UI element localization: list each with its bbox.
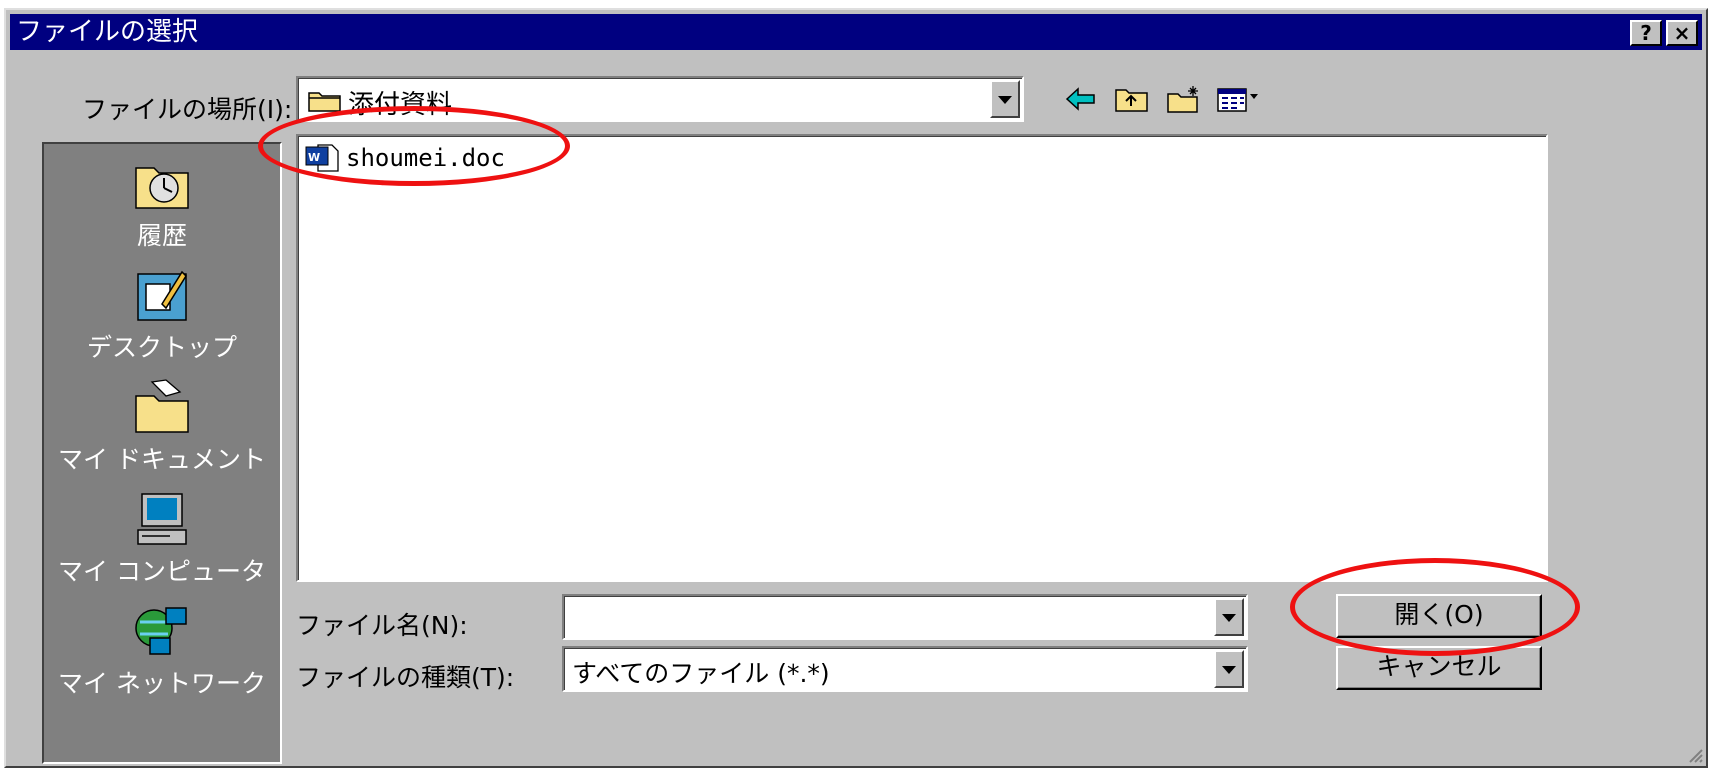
place-my-computer[interactable]: マイ コンピュータ [44, 490, 280, 588]
place-my-documents[interactable]: マイ ドキュメント [44, 378, 280, 476]
filetype-value: すべてのファイル (*.*) [572, 659, 830, 688]
place-label: マイ ドキュメント [58, 445, 266, 474]
back-arrow-icon[interactable] [1064, 84, 1098, 114]
close-button[interactable]: × [1666, 20, 1698, 46]
file-item[interactable]: W shoumei.doc [304, 142, 505, 174]
my-computer-icon [137, 493, 187, 545]
place-desktop[interactable]: デスクトップ [44, 266, 280, 364]
filename-label: ファイル名(N): [296, 611, 468, 640]
filename-input[interactable] [562, 594, 1248, 640]
word-document-icon: W [305, 144, 339, 172]
location-dropdown-arrow[interactable] [990, 80, 1020, 118]
place-label: 履歴 [136, 221, 187, 250]
svg-text:W: W [308, 151, 320, 164]
resize-grip-icon[interactable] [1686, 746, 1704, 764]
place-history[interactable]: 履歴 [44, 154, 280, 252]
filetype-dropdown-arrow[interactable] [1214, 650, 1244, 688]
cancel-button[interactable]: キャンセル [1336, 646, 1542, 690]
history-folder-icon [135, 167, 189, 209]
title-bar: ファイルの選択 ? × [10, 14, 1702, 50]
up-folder-icon[interactable] [1114, 84, 1150, 114]
place-label: マイ ネットワーク [58, 669, 266, 698]
file-name: shoumei.doc [346, 144, 505, 172]
view-menu-icon[interactable] [1216, 84, 1262, 114]
folder-icon [308, 92, 341, 112]
my-documents-icon [135, 379, 189, 433]
desktop-icon [137, 270, 187, 321]
open-button[interactable]: 開く(O) [1336, 594, 1542, 638]
place-network[interactable]: マイ ネットワーク [44, 602, 280, 700]
place-label: マイ コンピュータ [58, 557, 266, 586]
filename-dropdown-arrow[interactable] [1214, 598, 1244, 636]
dialog-title: ファイルの選択 [16, 17, 199, 47]
places-bar: 履歴 デスクトップ マイ ドキュメント マイ コンピュータ マイ ネットワーク [42, 142, 282, 764]
network-icon [135, 607, 187, 655]
filetype-label: ファイルの種類(T): [296, 663, 515, 692]
location-label: ファイルの場所(I): [82, 95, 293, 124]
file-dialog: ファイルの選択 ? × ファイルの場所(I): 添付資料 履歴 デスクトップ マ… [4, 8, 1708, 768]
filetype-dropdown[interactable]: すべてのファイル (*.*) [562, 646, 1248, 692]
location-value: 添付資料 [348, 90, 453, 120]
help-button[interactable]: ? [1630, 20, 1662, 46]
place-label: デスクトップ [86, 333, 237, 362]
location-dropdown[interactable]: 添付資料 [296, 76, 1024, 122]
file-list[interactable]: W shoumei.doc [296, 134, 1548, 582]
new-folder-icon[interactable] [1166, 84, 1202, 114]
